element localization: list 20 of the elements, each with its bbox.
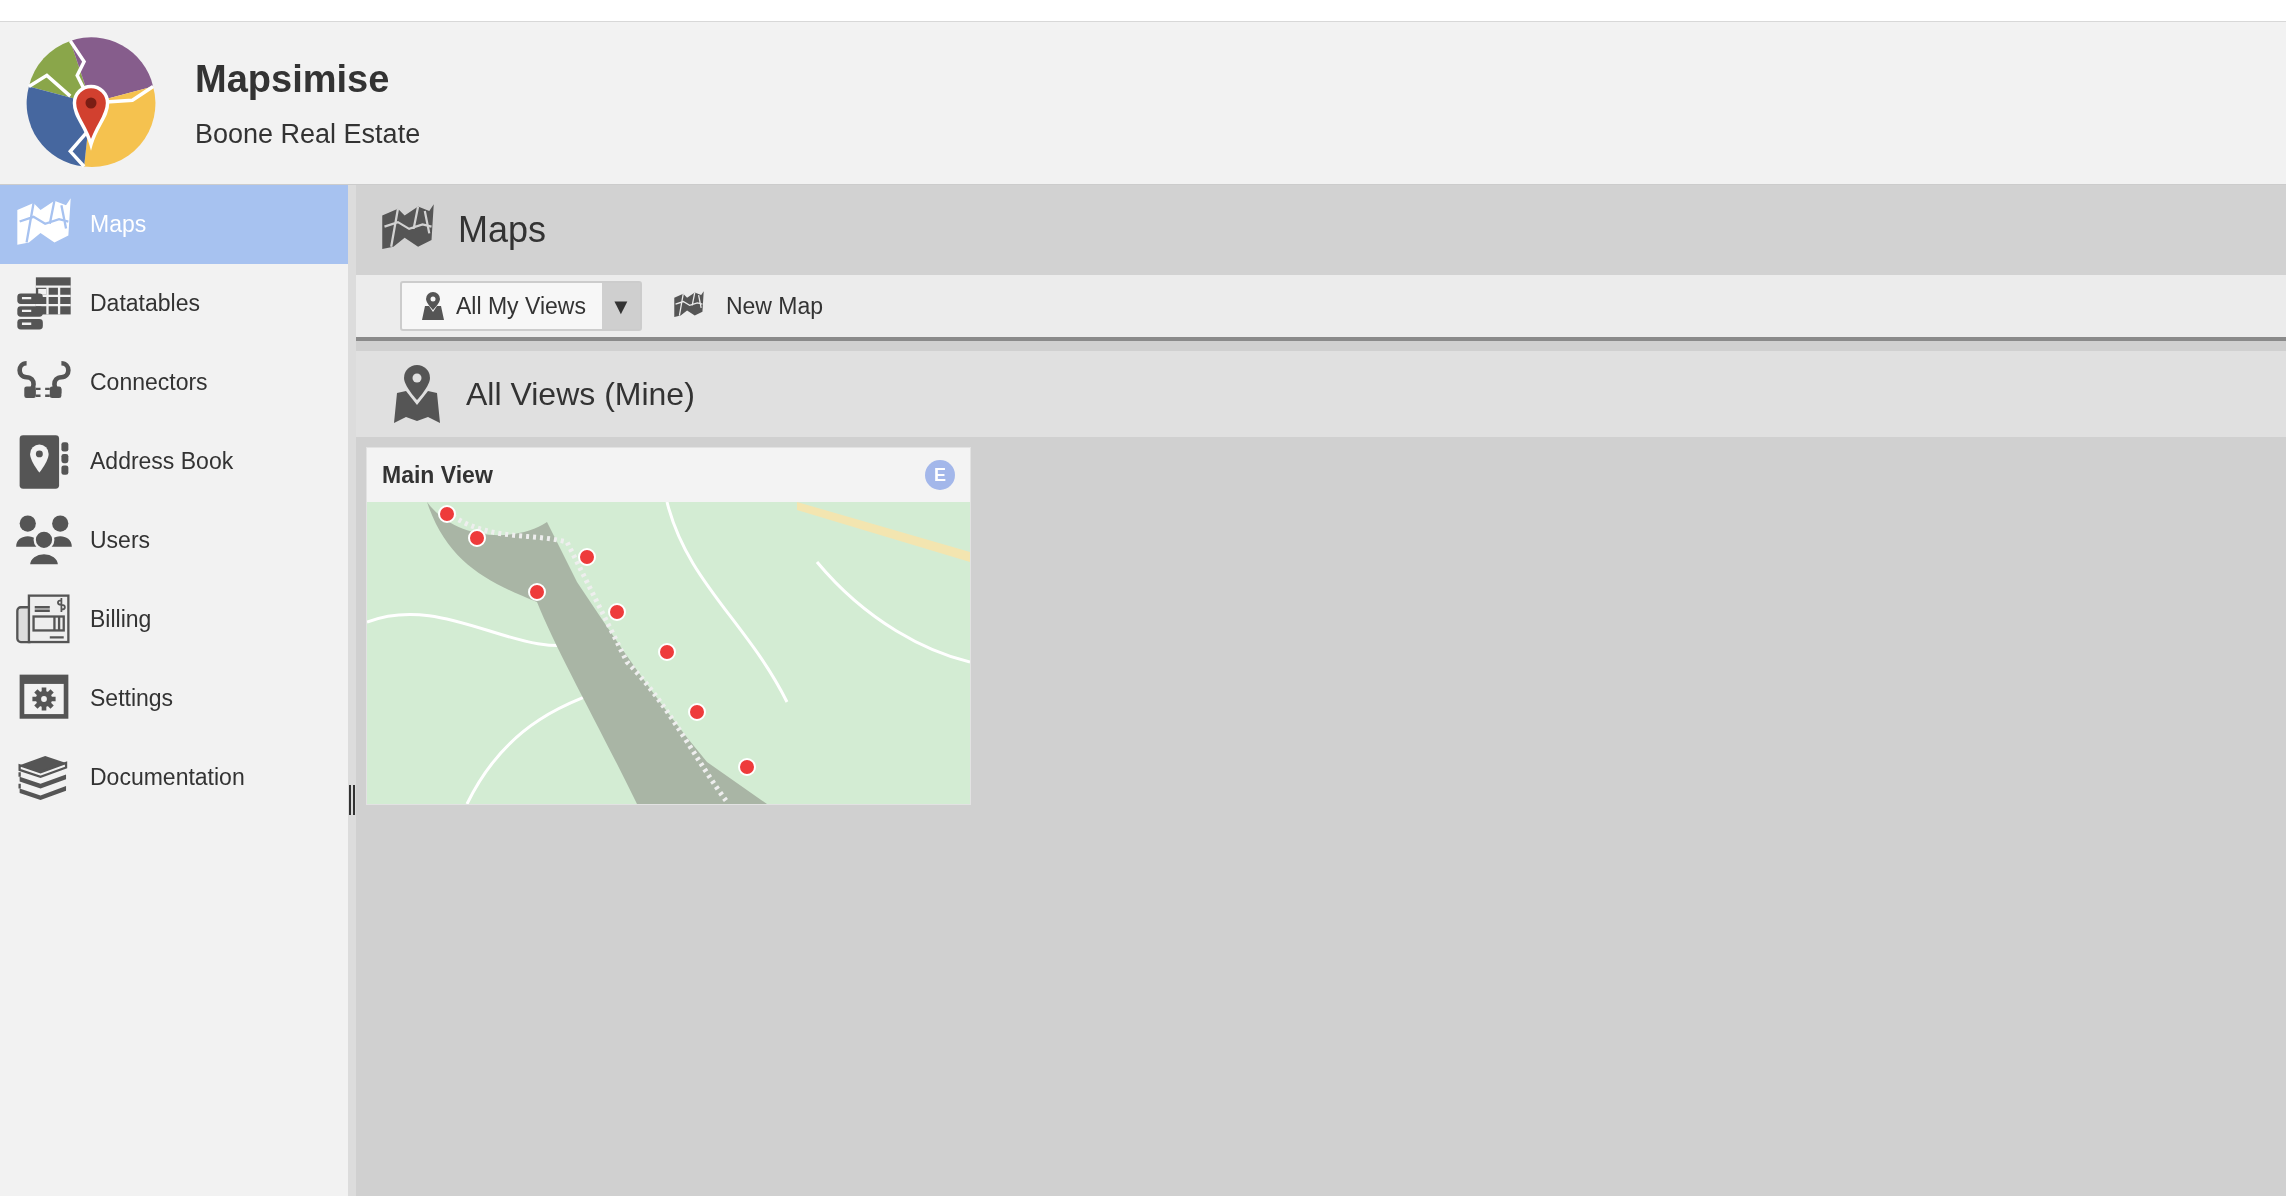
sidebar-item[interactable]: Address Book xyxy=(0,422,348,501)
sidebar-item[interactable]: Settings xyxy=(0,659,348,738)
sidebar-item[interactable]: Documentation xyxy=(0,738,348,817)
view-dropdown[interactable]: All My Views ▼ xyxy=(400,281,642,331)
section-title: All Views (Mine) xyxy=(466,375,695,414)
new-map-button[interactable]: New Map xyxy=(663,281,832,331)
map-pin-icon xyxy=(422,292,444,320)
page-title: Maps xyxy=(458,208,547,252)
organization-name: Boone Real Estate xyxy=(195,118,421,152)
dropdown-value: All My Views xyxy=(456,291,586,321)
app-name: Mapsimise xyxy=(195,57,391,103)
sidebar-item[interactable]: Users xyxy=(0,501,348,580)
sidebar-item[interactable]: Billing xyxy=(0,580,348,659)
sidebar-item[interactable]: Connectors xyxy=(0,343,348,422)
map-view-card[interactable]: Main View E xyxy=(366,447,971,805)
map-pin-icon xyxy=(394,365,440,423)
card-title: Main View xyxy=(382,460,493,490)
table-icon xyxy=(14,274,74,333)
sidebar-item[interactable]: Datatables xyxy=(0,264,348,343)
badge: E xyxy=(925,460,955,490)
